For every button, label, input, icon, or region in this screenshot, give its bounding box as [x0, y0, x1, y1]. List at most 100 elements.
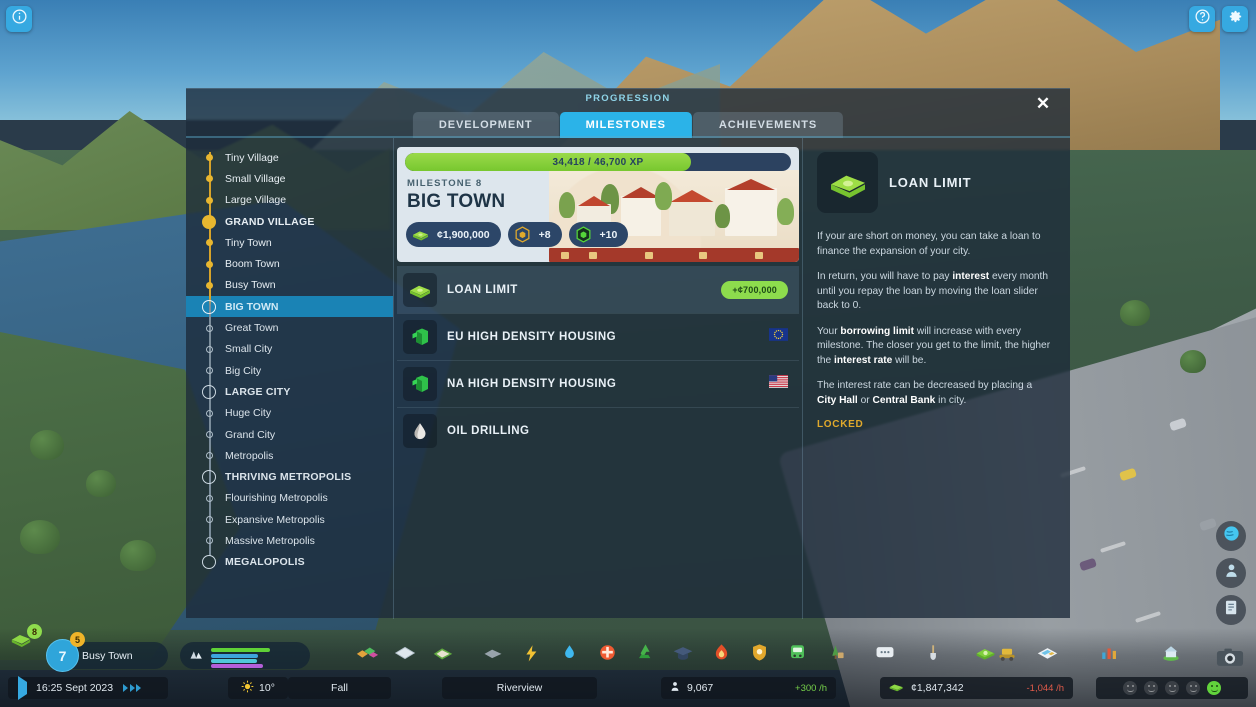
unlock-row[interactable]: EU HIGH DENSITY HOUSING [397, 313, 799, 360]
demand-meter[interactable] [180, 642, 310, 669]
globe-button[interactable] [1216, 521, 1246, 551]
milestone-row-label: LARGE CITY [225, 385, 291, 398]
happiness-faces [1111, 681, 1233, 695]
unlock-name: OIL DRILLING [447, 425, 530, 437]
map-views-tool[interactable] [1032, 640, 1062, 670]
dialog-title: PROGRESSION [585, 93, 671, 104]
tab-milestones[interactable]: MILESTONES [559, 112, 692, 138]
settings-button[interactable] [1222, 6, 1248, 32]
time-controls[interactable]: 16:25 Sept 2023 [8, 676, 168, 700]
milestone-row[interactable]: Metropolis [186, 445, 393, 466]
population-value: 9,067 [687, 682, 714, 694]
milestone-row[interactable]: Tiny Town [186, 232, 393, 253]
milestone-row[interactable]: Small City [186, 339, 393, 360]
milestone-row[interactable]: GRAND VILLAGE [186, 211, 393, 232]
city-name-label: Riverview [496, 682, 543, 694]
milestone-row[interactable]: Huge City [186, 403, 393, 424]
weather-chip[interactable]: 10° [228, 677, 288, 699]
milestone-row[interactable]: Tiny Village [186, 147, 393, 168]
statistics-tool[interactable] [1094, 640, 1124, 670]
unlock-detail-header: LOAN LIMIT [817, 152, 1054, 213]
milestone-row-label: Massive Metropolis [225, 534, 315, 547]
tree [120, 540, 156, 571]
money-value: ¢1,847,342 [911, 682, 964, 694]
unlock-row[interactable]: OIL DRILLING [397, 407, 799, 454]
reward-development-value: +10 [599, 228, 618, 241]
money-chip[interactable]: ¢1,847,342 -1,044 /h [880, 677, 1073, 699]
happiness-meter[interactable] [1096, 677, 1248, 699]
milestone-row[interactable]: Flourishing Metropolis [186, 488, 393, 509]
dialog-header: PROGRESSION DEVELOPMENT MILESTONES ACHIE… [186, 89, 1070, 138]
camera-icon [1216, 648, 1244, 672]
milestone-detail-column: 34,418 / 46,700 XP MILESTONE 8 BIG TOWN … [394, 138, 803, 619]
tab-development[interactable]: DEVELOPMENT [412, 112, 559, 138]
roads-tool[interactable] [428, 640, 458, 670]
photo-mode-button[interactable] [1216, 647, 1244, 669]
milestone-row-label: Metropolis [225, 449, 274, 462]
milestone-marker [200, 431, 218, 438]
milestone-row[interactable]: Massive Metropolis [186, 530, 393, 551]
milestone-row[interactable]: LARGE CITY [186, 381, 393, 402]
fire-icon [711, 642, 732, 668]
milestone-marker [200, 196, 218, 204]
healthcare-tool[interactable] [592, 640, 622, 670]
milestone-row-label: Expansive Metropolis [225, 513, 325, 526]
population-chip[interactable]: 9,067 +300 /h [661, 677, 836, 699]
population-icon [670, 681, 680, 695]
milestone-row[interactable]: THRIVING METROPOLIS [186, 466, 393, 487]
electricity-icon [482, 642, 504, 669]
season-chip: Fall [288, 677, 391, 699]
tab-achievements[interactable]: ACHIEVEMENTS [692, 112, 844, 138]
police-tool[interactable] [744, 640, 774, 670]
unlock-row[interactable]: LOAN LIMIT +¢700,000 [397, 266, 799, 313]
milestone-marker [200, 154, 218, 162]
close-button[interactable]: ✕ [1032, 92, 1054, 114]
milestone-row[interactable]: Small Village [186, 168, 393, 189]
milestone-row[interactable]: Big City [186, 360, 393, 381]
milestone-marker [200, 345, 218, 353]
garbage-tool[interactable] [630, 640, 660, 670]
fast-forward-icon[interactable] [123, 684, 142, 692]
education-tool[interactable] [668, 640, 698, 670]
unlock-name: EU HIGH DENSITY HOUSING [447, 331, 617, 343]
sun-icon [241, 680, 254, 696]
transport-tool[interactable] [782, 640, 812, 670]
water-tool[interactable] [554, 640, 584, 670]
oil-drop-icon [403, 414, 437, 448]
milestone-row[interactable]: Grand City [186, 424, 393, 445]
milestone-row[interactable]: Great Town [186, 317, 393, 338]
play-icon[interactable] [8, 676, 36, 700]
milestone-marker [200, 516, 218, 524]
notes-button[interactable] [1216, 595, 1246, 625]
milestone-row-label: Boom Town [225, 258, 280, 271]
milestone-marker [200, 324, 218, 332]
milestone-row[interactable]: Boom Town [186, 253, 393, 274]
milestone-marker [200, 260, 218, 268]
milestone-row[interactable]: MEGALOPOLIS [186, 552, 393, 573]
milestone-row[interactable]: Expansive Metropolis [186, 509, 393, 530]
lightning-icon [521, 643, 541, 668]
city-info-tool[interactable] [1156, 640, 1186, 670]
zoning-tool[interactable] [352, 640, 382, 670]
fire-tool[interactable] [706, 640, 736, 670]
money-milestone-badge: 8 [27, 624, 42, 639]
milestone-row[interactable]: Busy Town [186, 275, 393, 296]
info-button[interactable] [6, 6, 32, 32]
development-point-icon [574, 225, 593, 244]
reward-development-points: +10 [568, 222, 629, 247]
citizen-button[interactable] [1216, 558, 1246, 588]
electricity-tool[interactable] [478, 640, 508, 670]
power-tool[interactable] [516, 640, 546, 670]
unlock-detail-panel: LOAN LIMIT If your are short on money, y… [803, 138, 1070, 619]
detail-paragraph: Your borrowing limit will increase with … [817, 325, 1051, 366]
milestone-marker [200, 555, 218, 570]
milestone-marker [200, 452, 218, 460]
milestone-row[interactable]: BIG TOWN [186, 296, 393, 318]
detail-paragraph: In return, you will have to pay interest… [817, 271, 1049, 311]
unlock-row[interactable]: NA HIGH DENSITY HOUSING [397, 360, 799, 407]
districts-tool[interactable] [390, 640, 420, 670]
economy-tool[interactable] [970, 640, 1000, 670]
milestone-row[interactable]: Large Village [186, 190, 393, 211]
help-button[interactable] [1189, 6, 1215, 32]
city-name-chip[interactable]: Riverview [442, 677, 597, 699]
